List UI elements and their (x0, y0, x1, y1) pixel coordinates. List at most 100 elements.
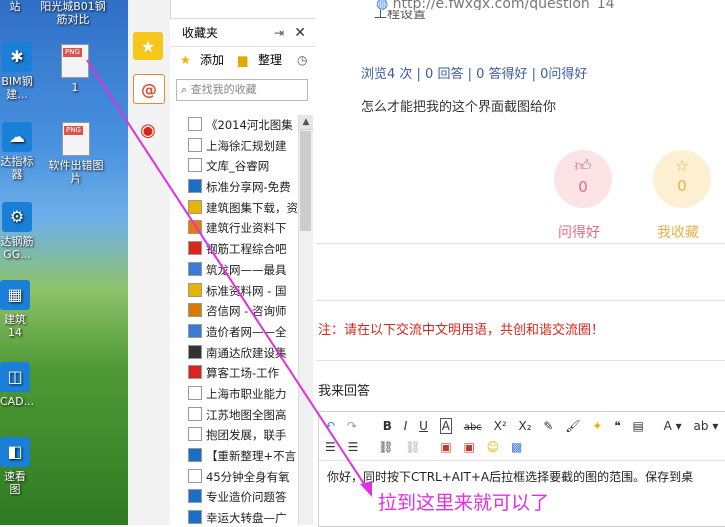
mail-icon[interactable]: @ (133, 74, 165, 104)
answer-title: 我来回答 (318, 384, 371, 399)
folder-icon: ▆ (238, 53, 248, 67)
favorite-item-label: 上海徐汇规划建 (206, 138, 287, 153)
close-icon[interactable]: ✕ (294, 20, 306, 46)
editor-content[interactable]: 你好，同时按下CTRL+AIT+A后拉框选择要截的图的范围。保存到桌 (327, 468, 693, 485)
favorite-item-label: 45分钟全身有氧 (206, 469, 290, 484)
desktop-icon[interactable]: PNG 软件出错图片 (44, 122, 108, 185)
desktop-icon[interactable]: ◫ CAD... (0, 362, 34, 408)
favorite-item[interactable]: 【重新整理+不言 (188, 446, 298, 467)
add-favorite-button[interactable]: 添加 (200, 47, 224, 73)
italic-icon[interactable]: I (404, 419, 408, 433)
good-question-label: 问得好 (558, 225, 600, 241)
favorite-item[interactable]: 文库_谷睿网 (188, 156, 298, 177)
subscript-icon[interactable]: X₂ (518, 419, 531, 433)
add-star-icon: ★ (180, 53, 191, 67)
desktop-icon[interactable]: ◧ 速看图 (0, 437, 30, 496)
page-icon (188, 385, 202, 400)
page-icon (188, 468, 202, 483)
civility-notice: 注：请在以下交流中文明用语，共创和谐交流圈！ (318, 323, 605, 338)
favorite-item[interactable]: 算客工场-工作 (188, 363, 298, 384)
favorite-item-label: 算客工场-工作 (206, 366, 280, 381)
page-heading: 工程设置 (374, 10, 427, 20)
font-border-icon[interactable]: A (439, 418, 452, 434)
desktop-icon-label: BIM钢建... (1, 75, 33, 101)
favorite-item-label: 《2014河北图集 (206, 118, 293, 132)
align-center-icon[interactable]: ☰ (348, 440, 359, 454)
emoji-icon[interactable]: ☺ (487, 440, 500, 454)
highlight-icon[interactable]: ab ▾ (694, 419, 719, 433)
favorite-item[interactable]: 幸运大转盘—广 (188, 508, 298, 525)
favorite-item[interactable]: 上海徐汇规划建 (188, 136, 298, 157)
favorite-item[interactable]: 抱团发展，联手 (188, 425, 298, 446)
screenshot-icon[interactable]: ▩ (511, 440, 522, 454)
desktop-icon[interactable]: ☁ 达指标器 (0, 122, 34, 181)
desktop-icon[interactable]: 阳光城B01钢筋对比 (38, 0, 108, 26)
favorite-item[interactable]: 标准资料网 - 国 (188, 281, 298, 302)
favorites-scrollbar[interactable]: ▲ (298, 115, 313, 525)
unlink-icon[interactable]: ⛓ (405, 440, 420, 454)
superscript-icon[interactable]: X² (494, 419, 507, 433)
divider (316, 300, 725, 301)
page-icon (188, 448, 202, 462)
favorite-item[interactable]: 45分钟全身有氧 (188, 467, 298, 488)
good-question-button[interactable]: 👍︎ 0 (554, 150, 612, 208)
weibo-icon[interactable]: ◉ (133, 116, 163, 144)
favorite-item[interactable]: 标准分享网-免费 (188, 177, 298, 198)
favorite-item[interactable]: 造价者网——全 (188, 322, 298, 343)
page-icon (188, 199, 202, 214)
pin-icon[interactable]: ⇥ (274, 20, 284, 46)
favorite-item[interactable]: 建筑图集下载，资 (188, 198, 298, 219)
redo-icon[interactable]: ↷ (347, 419, 357, 433)
favorite-item-label: 【重新整理+不言 (206, 449, 297, 463)
desktop-icon[interactable]: ✱ BIM钢建... (0, 42, 34, 101)
desktop-icon[interactable]: PNG 1 (58, 44, 92, 94)
brush-icon[interactable]: 🖌︎ (565, 419, 580, 433)
png-file-icon: PNG (62, 122, 90, 156)
favorite-item[interactable]: 江苏地图全图高 (188, 405, 298, 426)
favorite-item-label: 文库_谷睿网 (206, 159, 270, 174)
favorites-panel: 收藏夹 ⇥ ✕ ★ 添加 ▆ 整理 ◷ ⌕ 查找我的收藏 《2014河北图集 上海… (170, 20, 317, 525)
divider (316, 360, 725, 361)
paste-icon[interactable]: ▤ (632, 419, 643, 433)
scroll-up-icon[interactable]: ▲ (299, 115, 313, 130)
favorite-item[interactable]: 专业造价问题答 (188, 487, 298, 508)
favorite-item[interactable]: 钢筋工程综合吧 (188, 239, 298, 260)
favorite-item[interactable]: 上海市职业能力 (188, 384, 298, 405)
font-color-icon[interactable]: A ▾ (664, 419, 682, 433)
favorite-item[interactable]: 建筑行业资料下 (188, 218, 298, 239)
desktop-icon[interactable]: ⚙ 达钢筋GG... (0, 202, 34, 261)
app-icon: ✱ (2, 42, 32, 72)
editor-divider (319, 460, 725, 461)
desktop-icon[interactable]: 站 (0, 0, 30, 13)
bold-icon[interactable]: B (383, 419, 392, 433)
favorites-star-icon[interactable]: ★ (133, 32, 163, 60)
organize-button[interactable]: 整理 (258, 47, 282, 73)
history-icon[interactable]: ◷ (297, 47, 307, 73)
magic-icon[interactable]: ✦ (592, 419, 602, 433)
undo-icon[interactable]: ↶ (325, 419, 335, 433)
multi-image-icon[interactable]: ▣ (463, 440, 474, 454)
search-icon: ⌕ (181, 83, 188, 96)
image-icon[interactable]: ▣ (440, 440, 451, 454)
scroll-thumb[interactable] (300, 131, 311, 231)
question-stats: 浏览4 次 | 0 回答 | 0 答得好 | 0问得好 (361, 67, 588, 82)
favorite-item-label: 钢筋工程综合吧 (206, 242, 287, 257)
favorite-item[interactable]: 筑龙网——最具 (188, 260, 298, 281)
editor-toolbar-row2: ☰ ☰ ⛓ ⛓ ▣ ▣ ☺ ▩ (325, 440, 530, 454)
page-icon (188, 323, 202, 338)
desktop-icon[interactable]: ▦ 建筑14 (0, 280, 30, 339)
underline-icon[interactable]: U (419, 419, 428, 433)
strikethrough-icon[interactable]: abc (464, 422, 482, 433)
align-left-icon[interactable]: ☰ (325, 440, 336, 454)
link-icon[interactable]: ⛓ (378, 440, 393, 454)
favorite-item-label: 标准分享网-免费 (206, 180, 291, 195)
url-bar[interactable]: http://e.fwxgx.com/question_14 (393, 0, 615, 10)
eraser-icon[interactable]: ✎ (543, 419, 553, 433)
favorite-item[interactable]: 南通达欣建设集 (188, 343, 298, 364)
desktop-icon-label: 软件出错图片 (48, 159, 104, 185)
favorites-search-input[interactable]: ⌕ 查找我的收藏 (176, 79, 308, 101)
favorite-item[interactable]: 咨信网 - 咨询师 (188, 301, 298, 322)
quote-icon[interactable]: ❝ (614, 419, 620, 433)
favorite-button[interactable]: ☆ 0 (653, 150, 711, 208)
favorite-item[interactable]: 《2014河北图集 (188, 115, 298, 136)
